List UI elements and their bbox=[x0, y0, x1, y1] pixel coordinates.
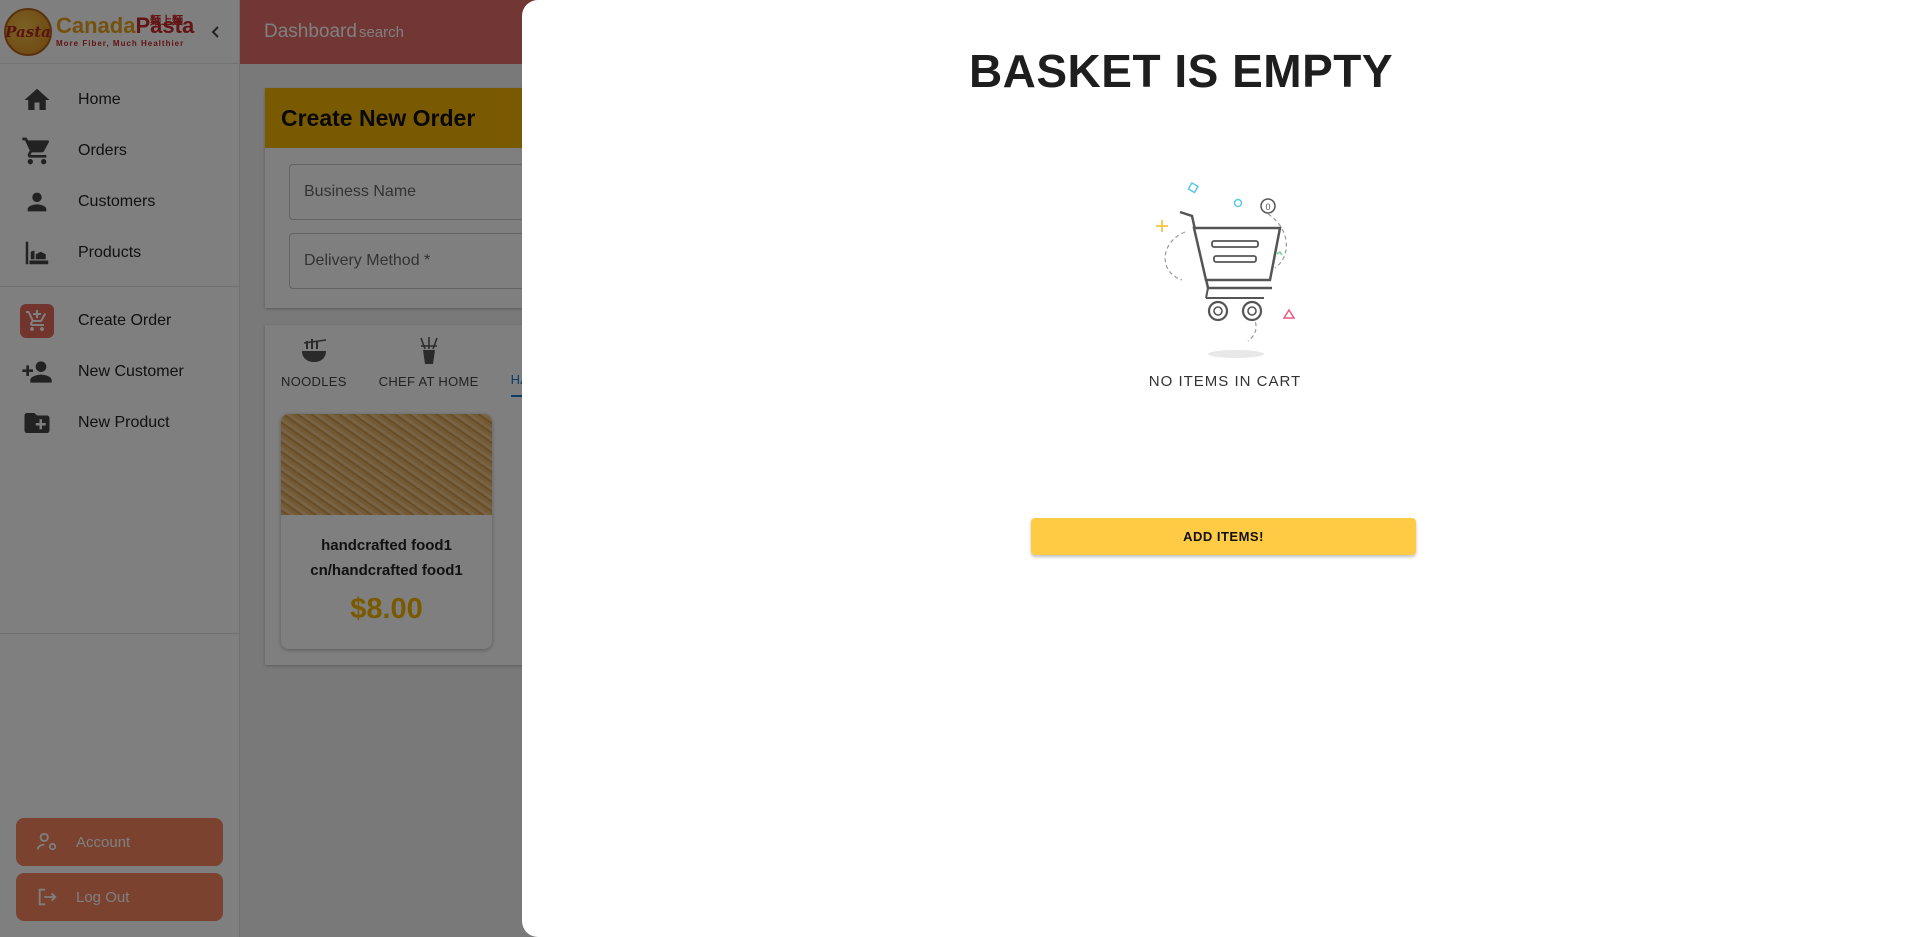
svg-text:0: 0 bbox=[1265, 202, 1270, 212]
basket-drawer: BASKET IS EMPTY 0 NO ITEMS IN CART ADD I… bbox=[522, 0, 1920, 937]
empty-cart-text: NO ITEMS IN CART bbox=[1148, 373, 1302, 390]
empty-cart-illustration: 0 bbox=[1156, 181, 1296, 358]
basket-title: BASKET IS EMPTY bbox=[968, 45, 1394, 97]
add-items-button[interactable]: ADD ITEMS! bbox=[1031, 518, 1416, 555]
